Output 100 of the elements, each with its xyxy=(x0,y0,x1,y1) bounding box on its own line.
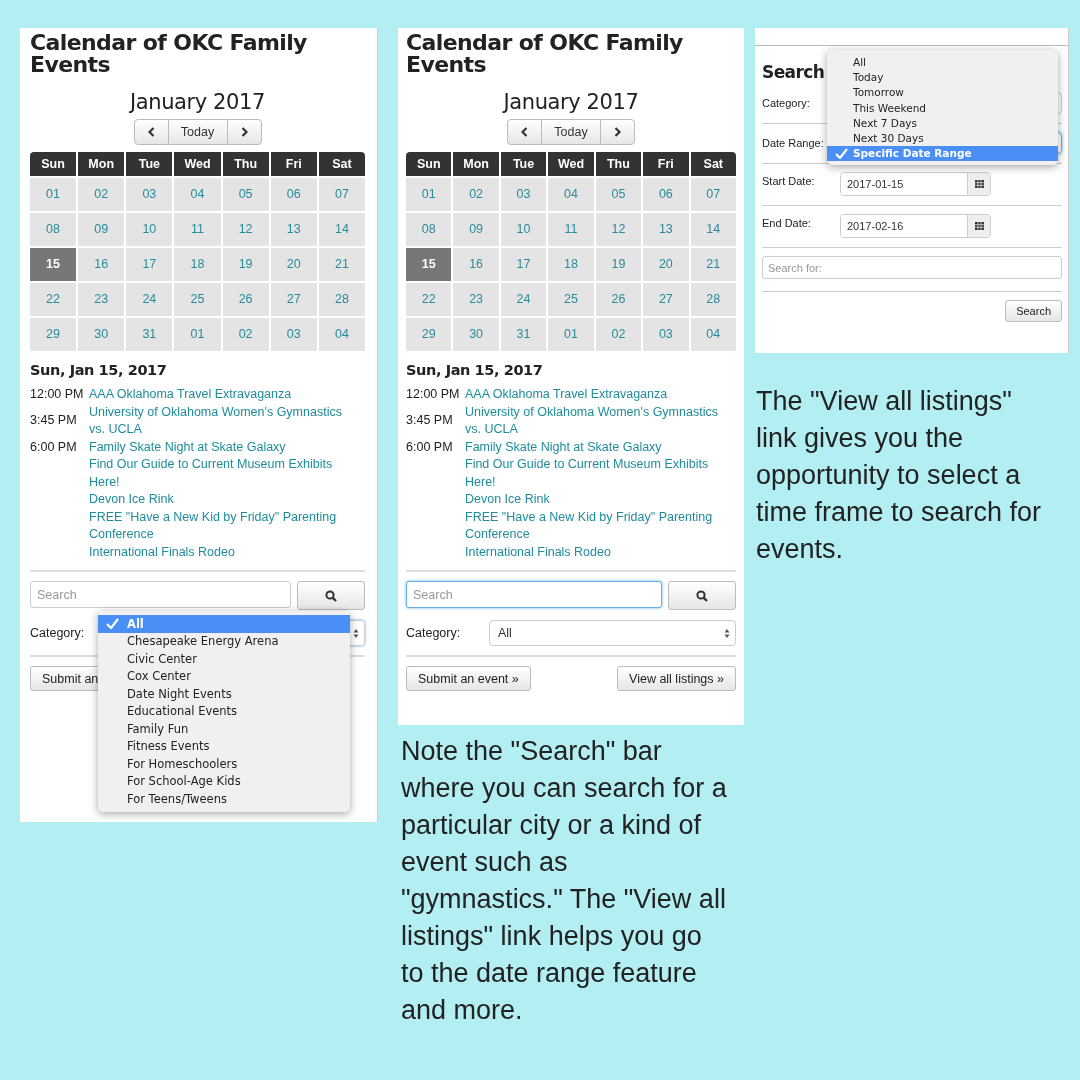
calendar-day[interactable]: 24 xyxy=(500,283,547,316)
event-link[interactable]: International Finals Rodeo xyxy=(89,543,235,561)
previous-month-button[interactable] xyxy=(133,119,169,145)
calendar-day[interactable]: 18 xyxy=(548,248,594,281)
event-link[interactable]: Find Our Guide to Current Museum Exhibits Here! xyxy=(89,456,351,491)
view-listings-button[interactable]: View all listings » xyxy=(617,666,736,691)
calendar-day[interactable]: 13 xyxy=(643,213,689,246)
next-month-button[interactable] xyxy=(226,119,262,145)
search-button[interactable]: Search xyxy=(1005,300,1062,322)
menu-option[interactable]: All xyxy=(827,54,1058,70)
menu-option[interactable]: Educational Events xyxy=(98,702,350,720)
calendar-day[interactable]: 16 xyxy=(78,248,125,281)
calendar-day[interactable]: 26 xyxy=(595,283,642,316)
calendar-day[interactable]: 04 xyxy=(690,318,736,351)
calendar-day[interactable]: 10 xyxy=(500,213,547,246)
calendar-day[interactable]: 17 xyxy=(500,248,547,281)
calendar-day[interactable]: 04 xyxy=(174,178,221,211)
menu-option[interactable]: Civic Center xyxy=(98,650,350,668)
calendar-day[interactable]: 12 xyxy=(595,213,642,246)
calendar-day[interactable]: 03 xyxy=(270,318,317,351)
today-button[interactable]: Today xyxy=(542,119,600,145)
calendar-day[interactable]: 19 xyxy=(222,248,269,281)
calendar-day[interactable]: 25 xyxy=(548,283,594,316)
calendar-day[interactable]: 01 xyxy=(548,318,594,351)
event-link[interactable]: Family Skate Night at Skate Galaxy xyxy=(465,438,662,456)
today-button[interactable]: Today xyxy=(168,119,227,145)
menu-option[interactable]: This Weekend xyxy=(827,99,1058,116)
calendar-day[interactable]: 14 xyxy=(318,213,365,246)
calendar-day[interactable]: 19 xyxy=(595,248,642,281)
search-button[interactable] xyxy=(668,581,736,610)
calendar-day[interactable]: 23 xyxy=(453,283,499,316)
calendar-day[interactable]: 31 xyxy=(500,318,547,351)
calendar-day[interactable]: 04 xyxy=(318,318,365,351)
end-date-field[interactable]: 2017-02-16 xyxy=(840,214,991,238)
menu-option[interactable]: For Teens/Tweens xyxy=(98,790,350,808)
event-link[interactable]: Devon Ice Rink xyxy=(89,491,174,509)
calendar-day[interactable]: 04 xyxy=(548,178,594,211)
event-link[interactable]: Find Our Guide to Current Museum Exhibits Here! xyxy=(465,456,727,491)
next-month-button[interactable] xyxy=(600,119,635,145)
menu-option[interactable]: Next 30 Days xyxy=(827,130,1058,146)
previous-month-button[interactable] xyxy=(507,119,542,145)
calendar-day[interactable]: 27 xyxy=(270,283,317,316)
calendar-day[interactable]: 31 xyxy=(126,318,173,351)
menu-option[interactable]: Tomorrow xyxy=(827,84,1058,100)
calendar-day[interactable]: 28 xyxy=(318,283,365,316)
calendar-day[interactable]: 05 xyxy=(222,178,269,211)
calendar-day[interactable]: 07 xyxy=(318,178,365,211)
calendar-day[interactable]: 02 xyxy=(222,318,269,351)
event-link[interactable]: AAA Oklahoma Travel Extravaganza xyxy=(89,386,292,404)
calendar-day[interactable]: 03 xyxy=(643,318,689,351)
calendar-day[interactable]: 17 xyxy=(126,248,173,281)
event-link[interactable]: AAA Oklahoma Travel Extravaganza xyxy=(465,386,668,404)
calendar-day[interactable]: 24 xyxy=(126,283,173,316)
menu-option[interactable]: Family Fun xyxy=(98,720,350,738)
calendar-day[interactable]: 02 xyxy=(595,318,642,351)
event-link[interactable]: FREE "Have a New Kid by Friday" Parenting Conference xyxy=(89,508,351,544)
calendar-day[interactable]: 02 xyxy=(78,178,125,211)
search-field[interactable]: Search xyxy=(30,581,291,608)
calendar-day[interactable]: 15 xyxy=(406,248,452,281)
calendar-day[interactable]: 05 xyxy=(595,178,642,211)
calendar-day[interactable]: 06 xyxy=(643,178,689,211)
category-select[interactable]: All xyxy=(489,620,736,646)
calendar-day[interactable]: 21 xyxy=(318,248,365,281)
menu-option[interactable]: Next 7 Days xyxy=(827,115,1058,131)
submit-event-button[interactable]: Submit an event » xyxy=(406,666,531,691)
search-field[interactable]: Search xyxy=(406,581,662,608)
start-date-field[interactable]: 2017-01-15 xyxy=(840,172,991,196)
calendar-day[interactable]: 21 xyxy=(690,248,736,281)
calendar-day[interactable]: 27 xyxy=(643,283,689,316)
search-button[interactable] xyxy=(297,581,365,610)
calendar-day[interactable]: 29 xyxy=(30,318,77,351)
calendar-day[interactable]: 08 xyxy=(30,213,77,246)
menu-option[interactable]: All xyxy=(98,615,350,633)
event-link[interactable]: University of Oklahoma Women's Gymnastics vs. UCLA xyxy=(465,403,727,439)
calendar-day[interactable]: 14 xyxy=(690,213,736,246)
event-link[interactable]: FREE "Have a New Kid by Friday" Parenting Conference xyxy=(465,508,727,544)
calendar-day[interactable]: 30 xyxy=(453,318,499,351)
event-link[interactable]: Devon Ice Rink xyxy=(465,491,550,509)
event-link[interactable]: Family Skate Night at Skate Galaxy xyxy=(89,438,286,456)
calendar-day[interactable]: 29 xyxy=(406,318,452,351)
calendar-day[interactable]: 02 xyxy=(453,178,499,211)
menu-option[interactable]: For Homeschoolers xyxy=(98,755,350,773)
calendar-day[interactable]: 01 xyxy=(174,318,221,351)
menu-option[interactable]: For School-Age Kids xyxy=(98,772,350,790)
calendar-day[interactable]: 25 xyxy=(174,283,221,316)
calendar-day[interactable]: 06 xyxy=(270,178,317,211)
calendar-day[interactable]: 09 xyxy=(453,213,499,246)
calendar-day[interactable]: 01 xyxy=(406,178,452,211)
calendar-day[interactable]: 01 xyxy=(30,178,77,211)
event-link[interactable]: University of Oklahoma Women's Gymnastics vs. UCLA xyxy=(89,403,351,439)
calendar-day[interactable]: 11 xyxy=(174,213,221,246)
calendar-day[interactable]: 15 xyxy=(30,248,77,281)
calendar-day[interactable]: 22 xyxy=(30,283,77,316)
menu-option[interactable]: Chesapeake Energy Arena xyxy=(98,632,350,650)
calendar-day[interactable]: 23 xyxy=(78,283,125,316)
menu-option[interactable]: Fitness Events xyxy=(98,737,350,755)
event-link[interactable]: International Finals Rodeo xyxy=(465,543,611,561)
calendar-day[interactable]: 20 xyxy=(643,248,689,281)
calendar-day[interactable]: 13 xyxy=(270,213,317,246)
search-field[interactable]: Search for: xyxy=(762,256,1062,279)
